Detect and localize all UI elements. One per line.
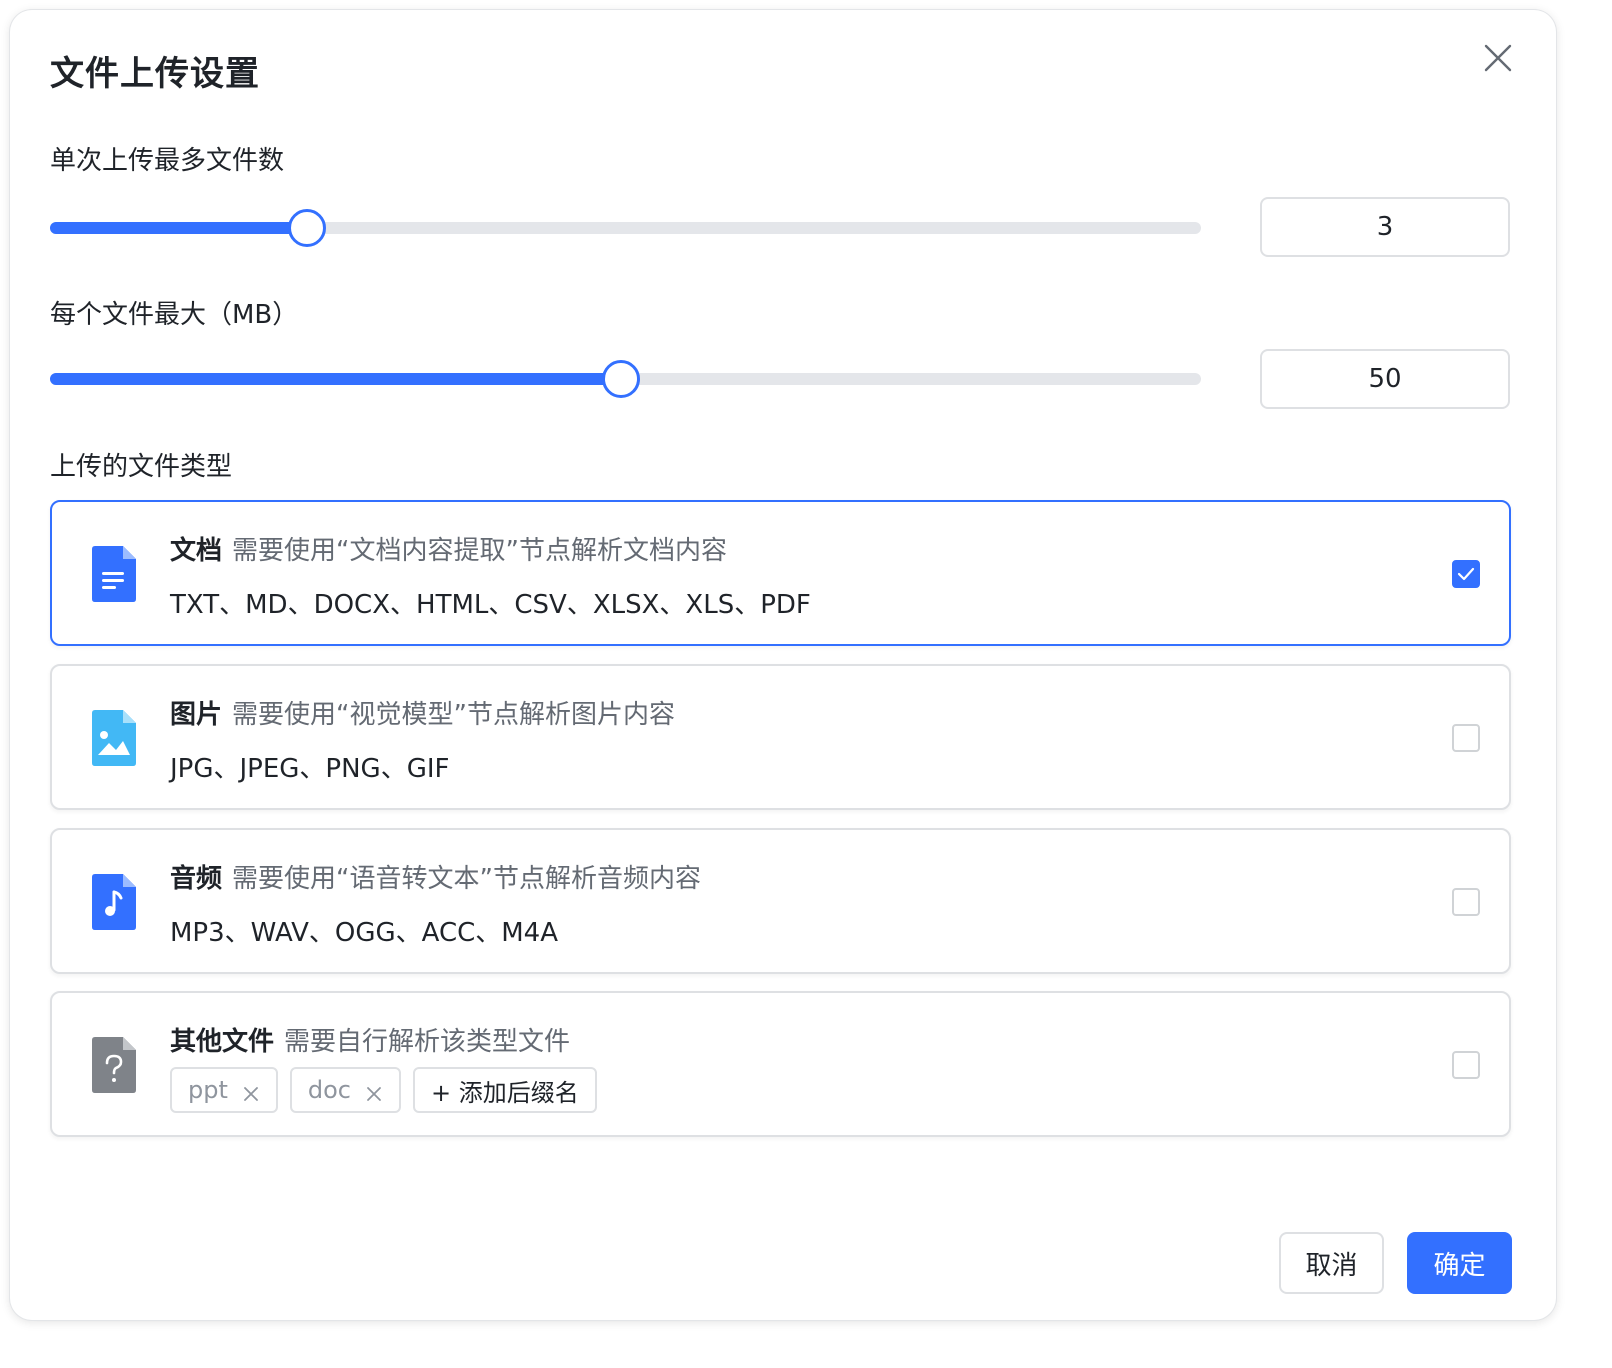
tag-close-icon[interactable]: [365, 1081, 383, 1101]
file-type-description: 需要使用“文档内容提取”节点解析文档内容: [232, 536, 727, 566]
file-type-heading: 图片 需要使用“视觉模型”节点解析图片内容: [170, 694, 675, 731]
file-type-document-checkbox[interactable]: [1452, 560, 1480, 588]
max-files-label: 单次上传最多文件数: [50, 146, 285, 176]
unknown-file-icon: [92, 1037, 136, 1093]
file-type-description: 需要使用“语音转文本”节点解析音频内容: [232, 864, 701, 894]
extension-tag-label: doc: [307, 1076, 352, 1104]
tag-close-icon[interactable]: [242, 1081, 260, 1101]
document-file-icon: [92, 546, 136, 602]
file-type-description: 需要自行解析该类型文件: [284, 1027, 571, 1057]
file-type-extensions: TXT、MD、DOCX、HTML、CSV、XLSX、XLS、PDF: [170, 590, 811, 620]
extension-tag-list: ppt doc + 添加后缀名: [170, 1067, 597, 1113]
max-files-input[interactable]: [1260, 197, 1510, 257]
confirm-button[interactable]: 确定: [1407, 1232, 1512, 1294]
dialog-title: 文件上传设置: [50, 54, 260, 94]
file-type-other-checkbox[interactable]: [1452, 1051, 1480, 1079]
file-type-image-card[interactable]: 图片 需要使用“视觉模型”节点解析图片内容 JPG、JPEG、PNG、GIF: [50, 664, 1511, 810]
file-type-heading: 文档 需要使用“文档内容提取”节点解析文档内容: [170, 530, 727, 567]
add-extension-button[interactable]: + 添加后缀名: [413, 1067, 597, 1113]
file-type-audio-checkbox[interactable]: [1452, 888, 1480, 916]
image-file-icon: [92, 710, 136, 766]
extension-tag-label: ppt: [188, 1076, 228, 1104]
slider-thumb[interactable]: [287, 209, 326, 247]
file-type-extensions: MP3、WAV、OGG、ACC、M4A: [170, 918, 559, 948]
extension-tag: doc: [289, 1067, 402, 1113]
max-size-label: 每个文件最大（MB）: [50, 300, 299, 330]
cancel-button[interactable]: 取消: [1279, 1232, 1384, 1294]
file-type-image-checkbox[interactable]: [1452, 724, 1480, 752]
file-type-document-card[interactable]: 文档 需要使用“文档内容提取”节点解析文档内容 TXT、MD、DOCX、HTML、…: [50, 500, 1511, 646]
file-types-label: 上传的文件类型: [50, 452, 233, 482]
file-type-heading: 其他文件 需要自行解析该类型文件: [170, 1021, 570, 1058]
file-type-name: 其他文件: [170, 1027, 275, 1057]
file-type-description: 需要使用“视觉模型”节点解析图片内容: [232, 700, 675, 730]
file-type-other-card[interactable]: 其他文件 需要自行解析该类型文件 ppt doc + 添加后缀名: [50, 991, 1511, 1137]
file-upload-settings-dialog: 文件上传设置 单次上传最多文件数 每个文件最大（MB） 上传的文件类型: [10, 10, 1556, 1320]
max-size-slider[interactable]: [50, 359, 1201, 399]
file-type-heading: 音频 需要使用“语音转文本”节点解析音频内容: [170, 858, 701, 895]
slider-thumb[interactable]: [601, 360, 640, 398]
file-type-name: 音频: [170, 864, 223, 894]
audio-file-icon: [92, 874, 136, 930]
slider-fill: [50, 373, 620, 385]
file-type-name: 图片: [170, 700, 223, 730]
file-type-extensions: JPG、JPEG、PNG、GIF: [170, 754, 450, 784]
file-type-name: 文档: [170, 536, 223, 566]
slider-fill: [50, 222, 306, 234]
file-type-audio-card[interactable]: 音频 需要使用“语音转文本”节点解析音频内容 MP3、WAV、OGG、ACC、M4…: [50, 828, 1511, 974]
max-size-input[interactable]: [1260, 349, 1510, 409]
close-icon[interactable]: [1478, 38, 1518, 78]
extension-tag: ppt: [170, 1067, 278, 1113]
max-files-slider[interactable]: [50, 208, 1201, 248]
